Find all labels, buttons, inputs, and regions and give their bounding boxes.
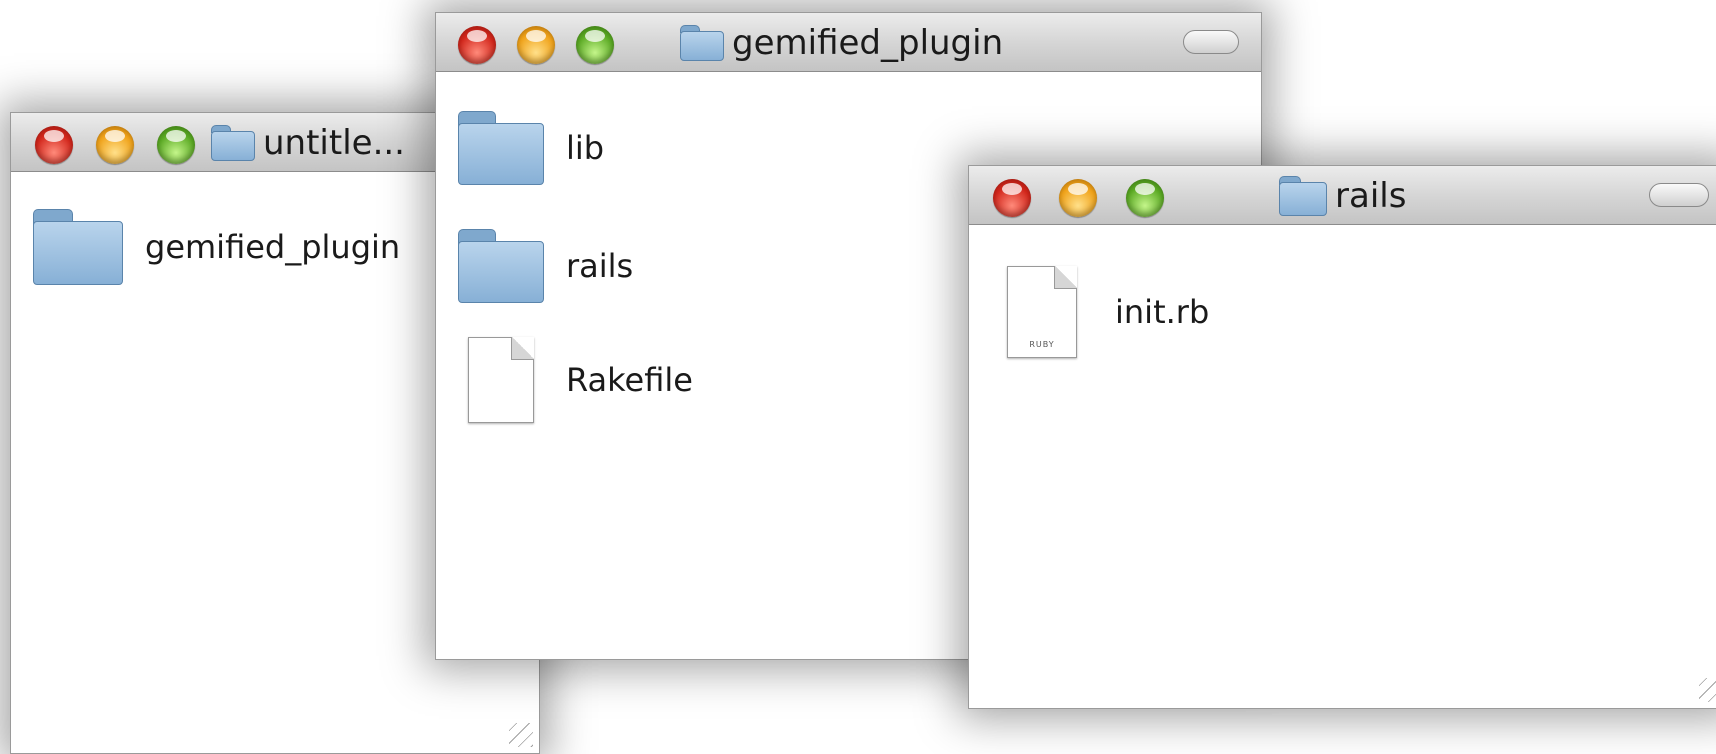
folder-icon — [680, 25, 724, 61]
item-label: gemified_plugin — [145, 228, 401, 266]
titlebar[interactable]: gemified_plugin — [436, 13, 1261, 72]
item-label: init.rb — [1115, 293, 1210, 331]
resize-grip-icon[interactable] — [509, 723, 533, 747]
window-title: rails — [1279, 176, 1406, 216]
window-title-text: untitle... — [263, 123, 405, 163]
ruby-file-icon: RUBY — [1007, 266, 1077, 358]
resize-grip-icon[interactable] — [1699, 678, 1716, 702]
file-badge: RUBY — [1029, 340, 1055, 349]
close-button[interactable] — [993, 179, 1031, 217]
item-label: Rakefile — [566, 361, 693, 399]
folder-icon — [33, 209, 123, 285]
finder-window-rails: rails RUBY init.rb — [968, 165, 1716, 709]
folder-icon — [211, 125, 255, 161]
list-item-init-rb[interactable]: RUBY init.rb — [1007, 266, 1209, 358]
item-label: rails — [566, 247, 634, 285]
list-item-rakefile[interactable]: Rakefile — [468, 337, 693, 423]
window-title-text: rails — [1335, 176, 1407, 216]
minimize-button[interactable] — [96, 126, 134, 164]
list-item-gemified-plugin[interactable]: gemified_plugin — [33, 209, 400, 285]
zoom-button[interactable] — [1126, 179, 1164, 217]
window-title: untitle... — [211, 123, 405, 163]
list-item-lib[interactable]: lib — [458, 111, 604, 185]
toolbar-toggle-button[interactable] — [1649, 183, 1709, 207]
titlebar[interactable]: rails — [969, 166, 1716, 225]
document-icon — [468, 337, 534, 423]
folder-icon — [458, 229, 544, 303]
close-button[interactable] — [35, 126, 73, 164]
item-label: lib — [566, 129, 605, 167]
zoom-button[interactable] — [157, 126, 195, 164]
list-item-rails[interactable]: rails — [458, 229, 633, 303]
minimize-button[interactable] — [1059, 179, 1097, 217]
window-title: gemified_plugin — [680, 23, 1003, 63]
folder-icon — [1279, 176, 1327, 216]
toolbar-toggle-button[interactable] — [1183, 30, 1239, 54]
window-title-text: gemified_plugin — [732, 23, 1004, 63]
zoom-button[interactable] — [576, 26, 614, 64]
minimize-button[interactable] — [517, 26, 555, 64]
close-button[interactable] — [458, 26, 496, 64]
folder-icon — [458, 111, 544, 185]
